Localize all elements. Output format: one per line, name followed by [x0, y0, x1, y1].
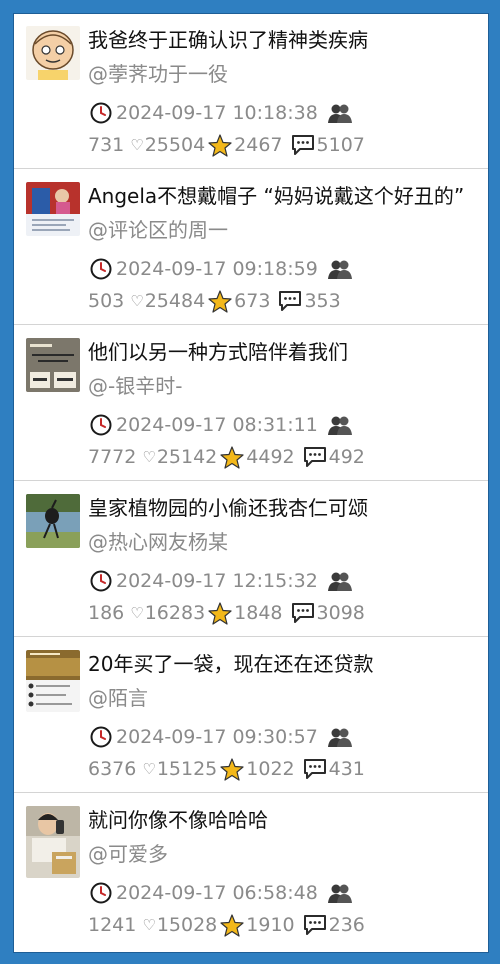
star-icon[interactable] — [208, 289, 232, 313]
group-icon — [327, 258, 352, 280]
comment-icon[interactable] — [303, 914, 327, 936]
post-time: 2024-09-17 09:30:57 — [116, 726, 318, 748]
post-title[interactable]: Angela不想戴帽子 “妈妈说戴这个好丑的” — [88, 182, 484, 210]
star-icon[interactable] — [208, 601, 232, 625]
post-time: 2024-09-17 12:15:32 — [116, 570, 318, 592]
post-title[interactable]: 皇家植物园的小偷还我杏仁可颂 — [88, 494, 484, 522]
post-author[interactable]: @热心网友杨某 — [88, 528, 484, 556]
post-time-row: 2024-09-17 09:18:59 — [90, 256, 352, 282]
post-thumbnail[interactable] — [26, 182, 80, 236]
post-title[interactable]: 他们以另一种方式陪伴着我们 — [88, 338, 484, 366]
likes-count: 25142 — [156, 446, 218, 468]
post-title[interactable]: 我爸终于正确认识了精神类疾病 — [88, 26, 484, 54]
group-icon — [327, 570, 352, 592]
list-item[interactable]: 20年买了一袋，现在还在还贷款 @陌言 2024-09-17 09:30:57 … — [14, 638, 488, 793]
comments-count: 3098 — [316, 602, 365, 624]
post-thumbnail[interactable] — [26, 494, 80, 548]
likes-count: 16283 — [144, 602, 206, 624]
clock-icon — [90, 570, 112, 592]
post-time-row: 2024-09-17 09:30:57 — [90, 724, 352, 750]
comment-icon[interactable] — [303, 758, 327, 780]
stars-count: 1848 — [234, 602, 283, 624]
post-stats: 6376 ♡ 15125 1022 431 — [88, 756, 365, 782]
post-time-row: 2024-09-17 10:18:38 — [90, 100, 352, 126]
views-count: 503 — [88, 290, 125, 312]
heart-icon[interactable]: ♡ — [142, 448, 155, 466]
comment-icon[interactable] — [291, 602, 315, 624]
post-thumbnail[interactable] — [26, 806, 80, 878]
post-author[interactable]: @陌言 — [88, 684, 484, 712]
heart-icon[interactable]: ♡ — [130, 292, 143, 310]
post-time: 2024-09-17 06:58:48 — [116, 882, 318, 904]
list-item[interactable]: 就问你像不像哈哈哈 @可爱多 2024-09-17 06:58:48 1241 … — [14, 794, 488, 949]
post-author[interactable]: @荸荠功于一役 — [88, 60, 484, 88]
star-icon[interactable] — [220, 913, 244, 937]
comment-icon[interactable] — [291, 134, 315, 156]
post-list: 我爸终于正确认识了精神类疾病 @荸荠功于一役 2024-09-17 10:18:… — [13, 13, 489, 953]
heart-icon[interactable]: ♡ — [142, 916, 155, 934]
clock-icon — [90, 414, 112, 436]
comment-icon[interactable] — [278, 290, 302, 312]
stars-count: 1022 — [246, 758, 295, 780]
comments-count: 5107 — [316, 134, 365, 156]
post-time: 2024-09-17 08:31:11 — [116, 414, 318, 436]
likes-count: 15028 — [156, 914, 218, 936]
clock-icon — [90, 726, 112, 748]
group-icon — [327, 726, 352, 748]
heart-icon[interactable]: ♡ — [142, 760, 155, 778]
group-icon — [327, 102, 352, 124]
list-item[interactable]: 我爸终于正确认识了精神类疾病 @荸荠功于一役 2024-09-17 10:18:… — [14, 14, 488, 169]
star-icon[interactable] — [220, 445, 244, 469]
star-icon[interactable] — [220, 757, 244, 781]
post-author[interactable]: @可爱多 — [88, 840, 484, 868]
views-count: 6376 — [88, 758, 137, 780]
likes-count: 15125 — [156, 758, 218, 780]
post-thumbnail[interactable] — [26, 338, 80, 392]
post-stats: 7772 ♡ 25142 4492 492 — [88, 444, 365, 470]
heart-icon[interactable]: ♡ — [130, 604, 143, 622]
post-stats: 1241 ♡ 15028 1910 236 — [88, 912, 365, 938]
clock-icon — [90, 102, 112, 124]
likes-count: 25504 — [144, 134, 206, 156]
comment-icon[interactable] — [303, 446, 327, 468]
post-author[interactable]: @-银辛时- — [88, 372, 484, 400]
heart-icon[interactable]: ♡ — [130, 136, 143, 154]
post-title[interactable]: 就问你像不像哈哈哈 — [88, 806, 484, 834]
post-time-row: 2024-09-17 12:15:32 — [90, 568, 352, 594]
post-title[interactable]: 20年买了一袋，现在还在还贷款 — [88, 650, 484, 678]
post-stats: 186 ♡ 16283 1848 3098 — [88, 600, 365, 626]
stars-count: 673 — [234, 290, 271, 312]
clock-icon — [90, 882, 112, 904]
list-item[interactable]: 他们以另一种方式陪伴着我们 @-银辛时- 2024-09-17 08:31:11… — [14, 326, 488, 481]
views-count: 1241 — [88, 914, 137, 936]
comments-count: 353 — [304, 290, 341, 312]
star-icon[interactable] — [208, 133, 232, 157]
group-icon — [327, 882, 352, 904]
post-thumbnail[interactable] — [26, 26, 80, 80]
comments-count: 236 — [328, 914, 365, 936]
stars-count: 4492 — [246, 446, 295, 468]
post-time-row: 2024-09-17 08:31:11 — [90, 412, 352, 438]
list-item[interactable]: 皇家植物园的小偷还我杏仁可颂 @热心网友杨某 2024-09-17 12:15:… — [14, 482, 488, 637]
likes-count: 25484 — [144, 290, 206, 312]
comments-count: 431 — [328, 758, 365, 780]
post-stats: 503 ♡ 25484 673 353 — [88, 288, 341, 314]
list-item[interactable]: Angela不想戴帽子 “妈妈说戴这个好丑的” @评论区的周一 2024-09-… — [14, 170, 488, 325]
clock-icon — [90, 258, 112, 280]
post-time: 2024-09-17 10:18:38 — [116, 102, 318, 124]
views-count: 7772 — [88, 446, 137, 468]
comments-count: 492 — [328, 446, 365, 468]
post-time: 2024-09-17 09:18:59 — [116, 258, 318, 280]
stars-count: 1910 — [246, 914, 295, 936]
views-count: 731 — [88, 134, 125, 156]
views-count: 186 — [88, 602, 125, 624]
post-stats: 731 ♡ 25504 2467 5107 — [88, 132, 365, 158]
group-icon — [327, 414, 352, 436]
post-thumbnail[interactable] — [26, 650, 80, 712]
post-author[interactable]: @评论区的周一 — [88, 216, 484, 244]
stars-count: 2467 — [234, 134, 283, 156]
post-time-row: 2024-09-17 06:58:48 — [90, 880, 352, 906]
